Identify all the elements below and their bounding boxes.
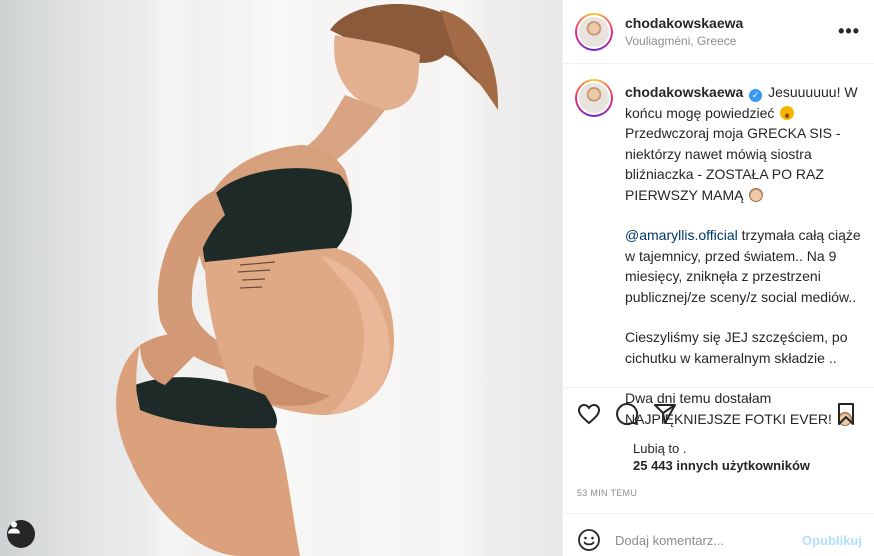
post-timestamp[interactable]: 53 MIN TEMU	[563, 474, 874, 514]
header-username[interactable]: chodakowskaewa	[625, 15, 838, 31]
likes-line-1: Lubią to .	[633, 441, 687, 456]
emoji-icon[interactable]	[577, 528, 601, 552]
save-button[interactable]	[832, 400, 860, 428]
user-icon	[8, 521, 20, 534]
caption-line-1b: Przedwczoraj moja GRECKA SIS - niektórzy…	[625, 125, 841, 203]
heart-icon	[577, 403, 601, 425]
comment-box: Opublikuj	[563, 514, 874, 556]
post-header: chodakowskaewa Vouliagméni, Greece •••	[563, 0, 874, 64]
caption-section: chodakowskaewa ✓ Jesuuuuuu! W końcu mogę…	[563, 64, 874, 427]
header-location[interactable]: Vouliagméni, Greece	[625, 34, 838, 48]
comment-input[interactable]	[615, 532, 803, 548]
heart-eyes-emoji-icon	[780, 105, 795, 120]
caption-text: chodakowskaewa ✓ Jesuuuuuu! W końcu mogę…	[625, 82, 864, 427]
caption-username[interactable]: chodakowskaewa	[625, 84, 743, 100]
tagged-account-button[interactable]	[7, 520, 35, 548]
caption-avatar[interactable]	[575, 79, 613, 117]
publish-button[interactable]: Opublikuj	[802, 533, 862, 548]
baby-emoji-icon	[749, 187, 764, 202]
verified-badge-icon: ✓	[749, 89, 763, 102]
pregnant-woman-illustration	[116, 3, 499, 556]
caption-paragraph-3: Cieszyliśmy się JEJ szczęściem, po cichu…	[625, 329, 848, 366]
comment-icon	[616, 403, 639, 426]
comment-button[interactable]	[613, 400, 641, 428]
bookmark-icon	[838, 403, 854, 425]
like-button[interactable]	[575, 400, 603, 428]
likes-count[interactable]: 25 443 innych użytkowników	[633, 457, 874, 474]
mention-link[interactable]: @amaryllis.official	[625, 227, 738, 243]
likes-section: Lubią to . 25 443 innych użytkowników	[563, 440, 874, 474]
post-side-panel: chodakowskaewa Vouliagméni, Greece ••• c…	[562, 0, 874, 556]
send-icon	[654, 404, 676, 424]
more-options-icon[interactable]: •••	[838, 21, 860, 42]
post-photo[interactable]	[0, 0, 562, 556]
share-button[interactable]	[651, 400, 679, 428]
profile-avatar[interactable]	[575, 12, 613, 51]
